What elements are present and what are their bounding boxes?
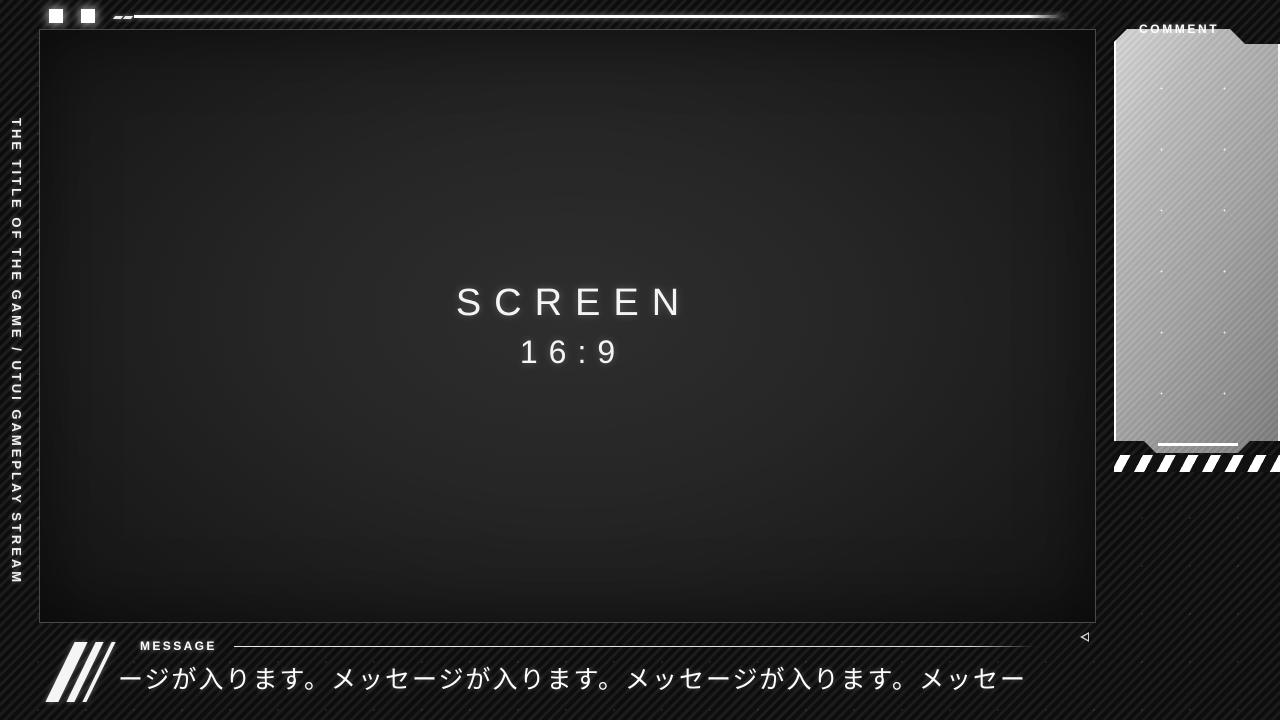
status-indicator-square-2[interactable] [81,9,95,23]
stream-title-vertical: THE TITLE OF THE GAME / UTUI GAMEPLAY ST… [9,118,24,586]
screen-placeholder-title: SCREEN [455,282,693,324]
comment-panel-bottom-tab [1158,443,1238,446]
stream-overlay-root: THE TITLE OF THE GAME / UTUI GAMEPLAY ST… [0,0,1280,720]
left-title-rail: THE TITLE OF THE GAME / UTUI GAMEPLAY ST… [0,0,40,720]
game-screen-content: SCREEN 16:9 [40,30,1095,622]
top-dash-mark-2 [122,16,134,19]
comment-panel-surface [1114,29,1280,453]
game-screen-frame[interactable]: SCREEN 16:9 [39,29,1096,623]
message-bar-label: MESSAGE [140,639,217,653]
message-bar-rule [234,646,1035,647]
status-indicator-square-1[interactable] [49,9,63,23]
screen-aspect-ratio-label: 16:9 [519,334,627,370]
hazard-stripe-divider [1114,455,1280,472]
comment-panel-label: COMMENT [1139,22,1220,36]
top-accent-line [134,15,1066,18]
message-bar-text: ージが入ります。メッセージが入ります。メッセージが入ります。メッセー [118,665,1028,694]
comment-panel[interactable] [1114,27,1280,459]
